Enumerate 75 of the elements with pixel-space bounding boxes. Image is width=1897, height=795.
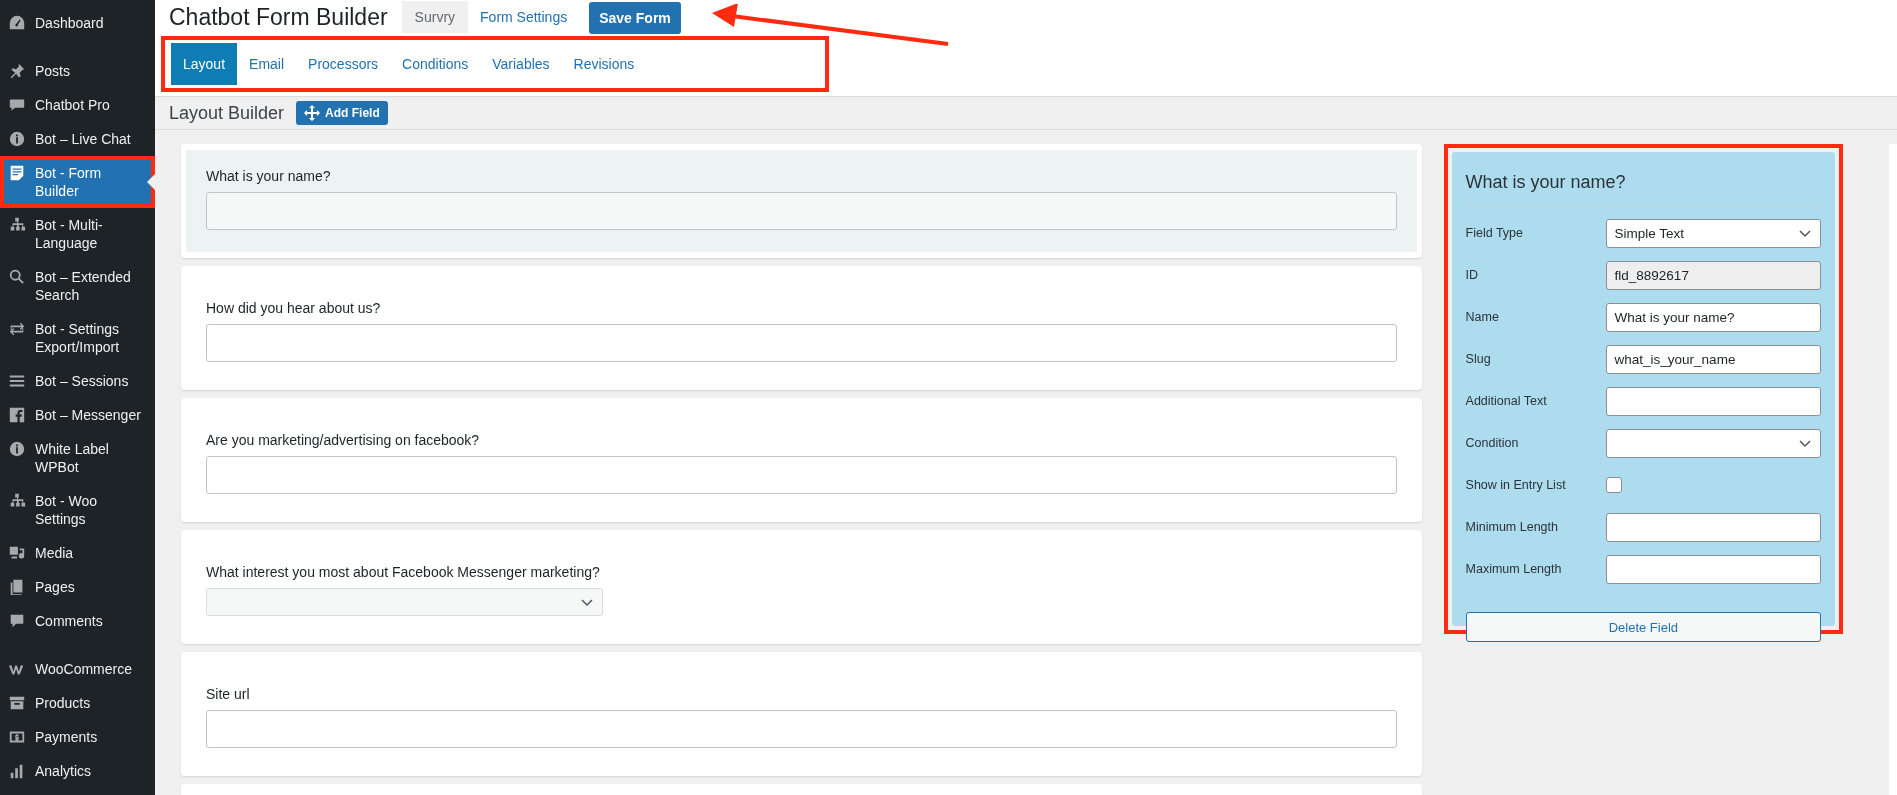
menu-icon <box>8 694 26 712</box>
input-field[interactable] <box>1605 512 1822 542</box>
input-field[interactable] <box>206 710 1397 748</box>
field-label: Additional Text <box>1465 394 1548 408</box>
sidebar-item[interactable]: Pages <box>0 570 155 604</box>
input-field[interactable]: What is your name? <box>1605 302 1822 332</box>
panel-title: What is your name? <box>1465 166 1822 206</box>
tab[interactable]: Processors <box>296 43 391 85</box>
sidebar-item[interactable]: Bot – Sessions <box>0 364 155 398</box>
tab[interactable]: Layout <box>171 43 238 85</box>
sidebar-item[interactable]: Bot – Messenger <box>0 398 155 432</box>
field-label: Field Type <box>1465 226 1524 240</box>
sidebar-item[interactable]: Bot – Extended Search <box>0 260 155 312</box>
sidebar-item[interactable]: Posts <box>0 54 155 88</box>
select-field[interactable]: Simple Text <box>1605 218 1822 248</box>
sidebar-item[interactable]: Bot - Multi-Language <box>0 208 155 260</box>
checkbox[interactable] <box>1605 477 1622 493</box>
tab[interactable]: Revisions <box>561 43 647 85</box>
sidebar-item[interactable]: Payments <box>0 720 155 754</box>
field-label: Condition <box>1465 436 1520 450</box>
field-card[interactable]: Site url <box>181 652 1422 776</box>
field-label: Show in Entry List <box>1465 478 1567 492</box>
section-title: Layout Builder <box>169 102 285 124</box>
input-field[interactable] <box>206 456 1397 494</box>
input-field[interactable] <box>206 324 1397 362</box>
menu-icon <box>8 406 26 424</box>
field-card[interactable]: What interest you most about Facebook Messenger marketing? <box>181 530 1422 644</box>
form-name: Survry <box>401 1 469 33</box>
add-field-button[interactable]: Add Field <box>296 101 388 125</box>
field-label: What is your name? <box>206 168 332 184</box>
field-label: What interest you most about Facebook Messenger marketing? <box>206 564 601 580</box>
move-icon <box>304 105 321 121</box>
menu-icon <box>8 320 26 338</box>
field-label: Minimum Length <box>1465 520 1559 534</box>
menu-icon <box>8 440 26 458</box>
select-field[interactable] <box>1605 428 1822 458</box>
menu-icon <box>8 14 26 32</box>
sidebar-item[interactable]: Bot - Woo Settings <box>0 484 155 536</box>
sidebar-item[interactable]: WooCommerce <box>0 652 155 686</box>
field-card[interactable]: Are you marketing/advertising on facebook? <box>181 398 1422 522</box>
sidebar-item[interactable]: Bot - Form Builder <box>0 156 155 208</box>
sidebar-item[interactable]: Comments <box>0 604 155 638</box>
input-field[interactable]: fld_8892617 <box>1605 260 1822 290</box>
menu-icon <box>8 268 26 286</box>
field-label: ID <box>1465 268 1480 282</box>
menu-icon <box>8 130 26 148</box>
sidebar-item[interactable]: Analytics <box>0 754 155 788</box>
menu-icon <box>8 164 26 182</box>
tab[interactable]: Variables <box>480 43 562 85</box>
menu-icon <box>8 62 26 80</box>
sidebar-item[interactable]: White Label WPBot <box>0 432 155 484</box>
sidebar-item[interactable]: Products <box>0 686 155 720</box>
sidebar-item[interactable]: Bot – Live Chat <box>0 122 155 156</box>
field-label: Are you marketing/advertising on facebook? <box>206 432 481 448</box>
field-label: Maximum Length <box>1465 562 1563 576</box>
save-button[interactable]: Save Form <box>589 2 681 34</box>
sidebar-item[interactable]: Chatbot Pro <box>0 88 155 122</box>
field-card[interactable]: What is your name? <box>181 144 1422 258</box>
field-label: Site url <box>206 686 251 702</box>
field-label: How did you hear about us? <box>206 300 382 316</box>
field-label: Slug <box>1465 352 1492 366</box>
input-field[interactable] <box>1605 554 1822 584</box>
tab[interactable]: Conditions <box>390 43 481 85</box>
page-title: Chatbot Form Builder <box>169 3 388 31</box>
field-card[interactable]: How did you hear about us? <box>181 266 1422 390</box>
input-field[interactable] <box>1605 386 1822 416</box>
form-settings-link[interactable]: Form Settings <box>468 1 590 33</box>
tab[interactable]: Email <box>237 43 297 85</box>
sidebar-item[interactable]: Bot - Settings Export/Import <box>0 312 155 364</box>
field-label: Name <box>1465 310 1500 324</box>
input-field[interactable] <box>206 192 1397 230</box>
sidebar-item[interactable]: Dashboard <box>0 6 155 40</box>
sidebar-item[interactable]: Media <box>0 536 155 570</box>
input-field[interactable]: what_is_your_name <box>1605 344 1822 374</box>
delete-field-button[interactable]: Delete Field <box>1465 612 1822 642</box>
